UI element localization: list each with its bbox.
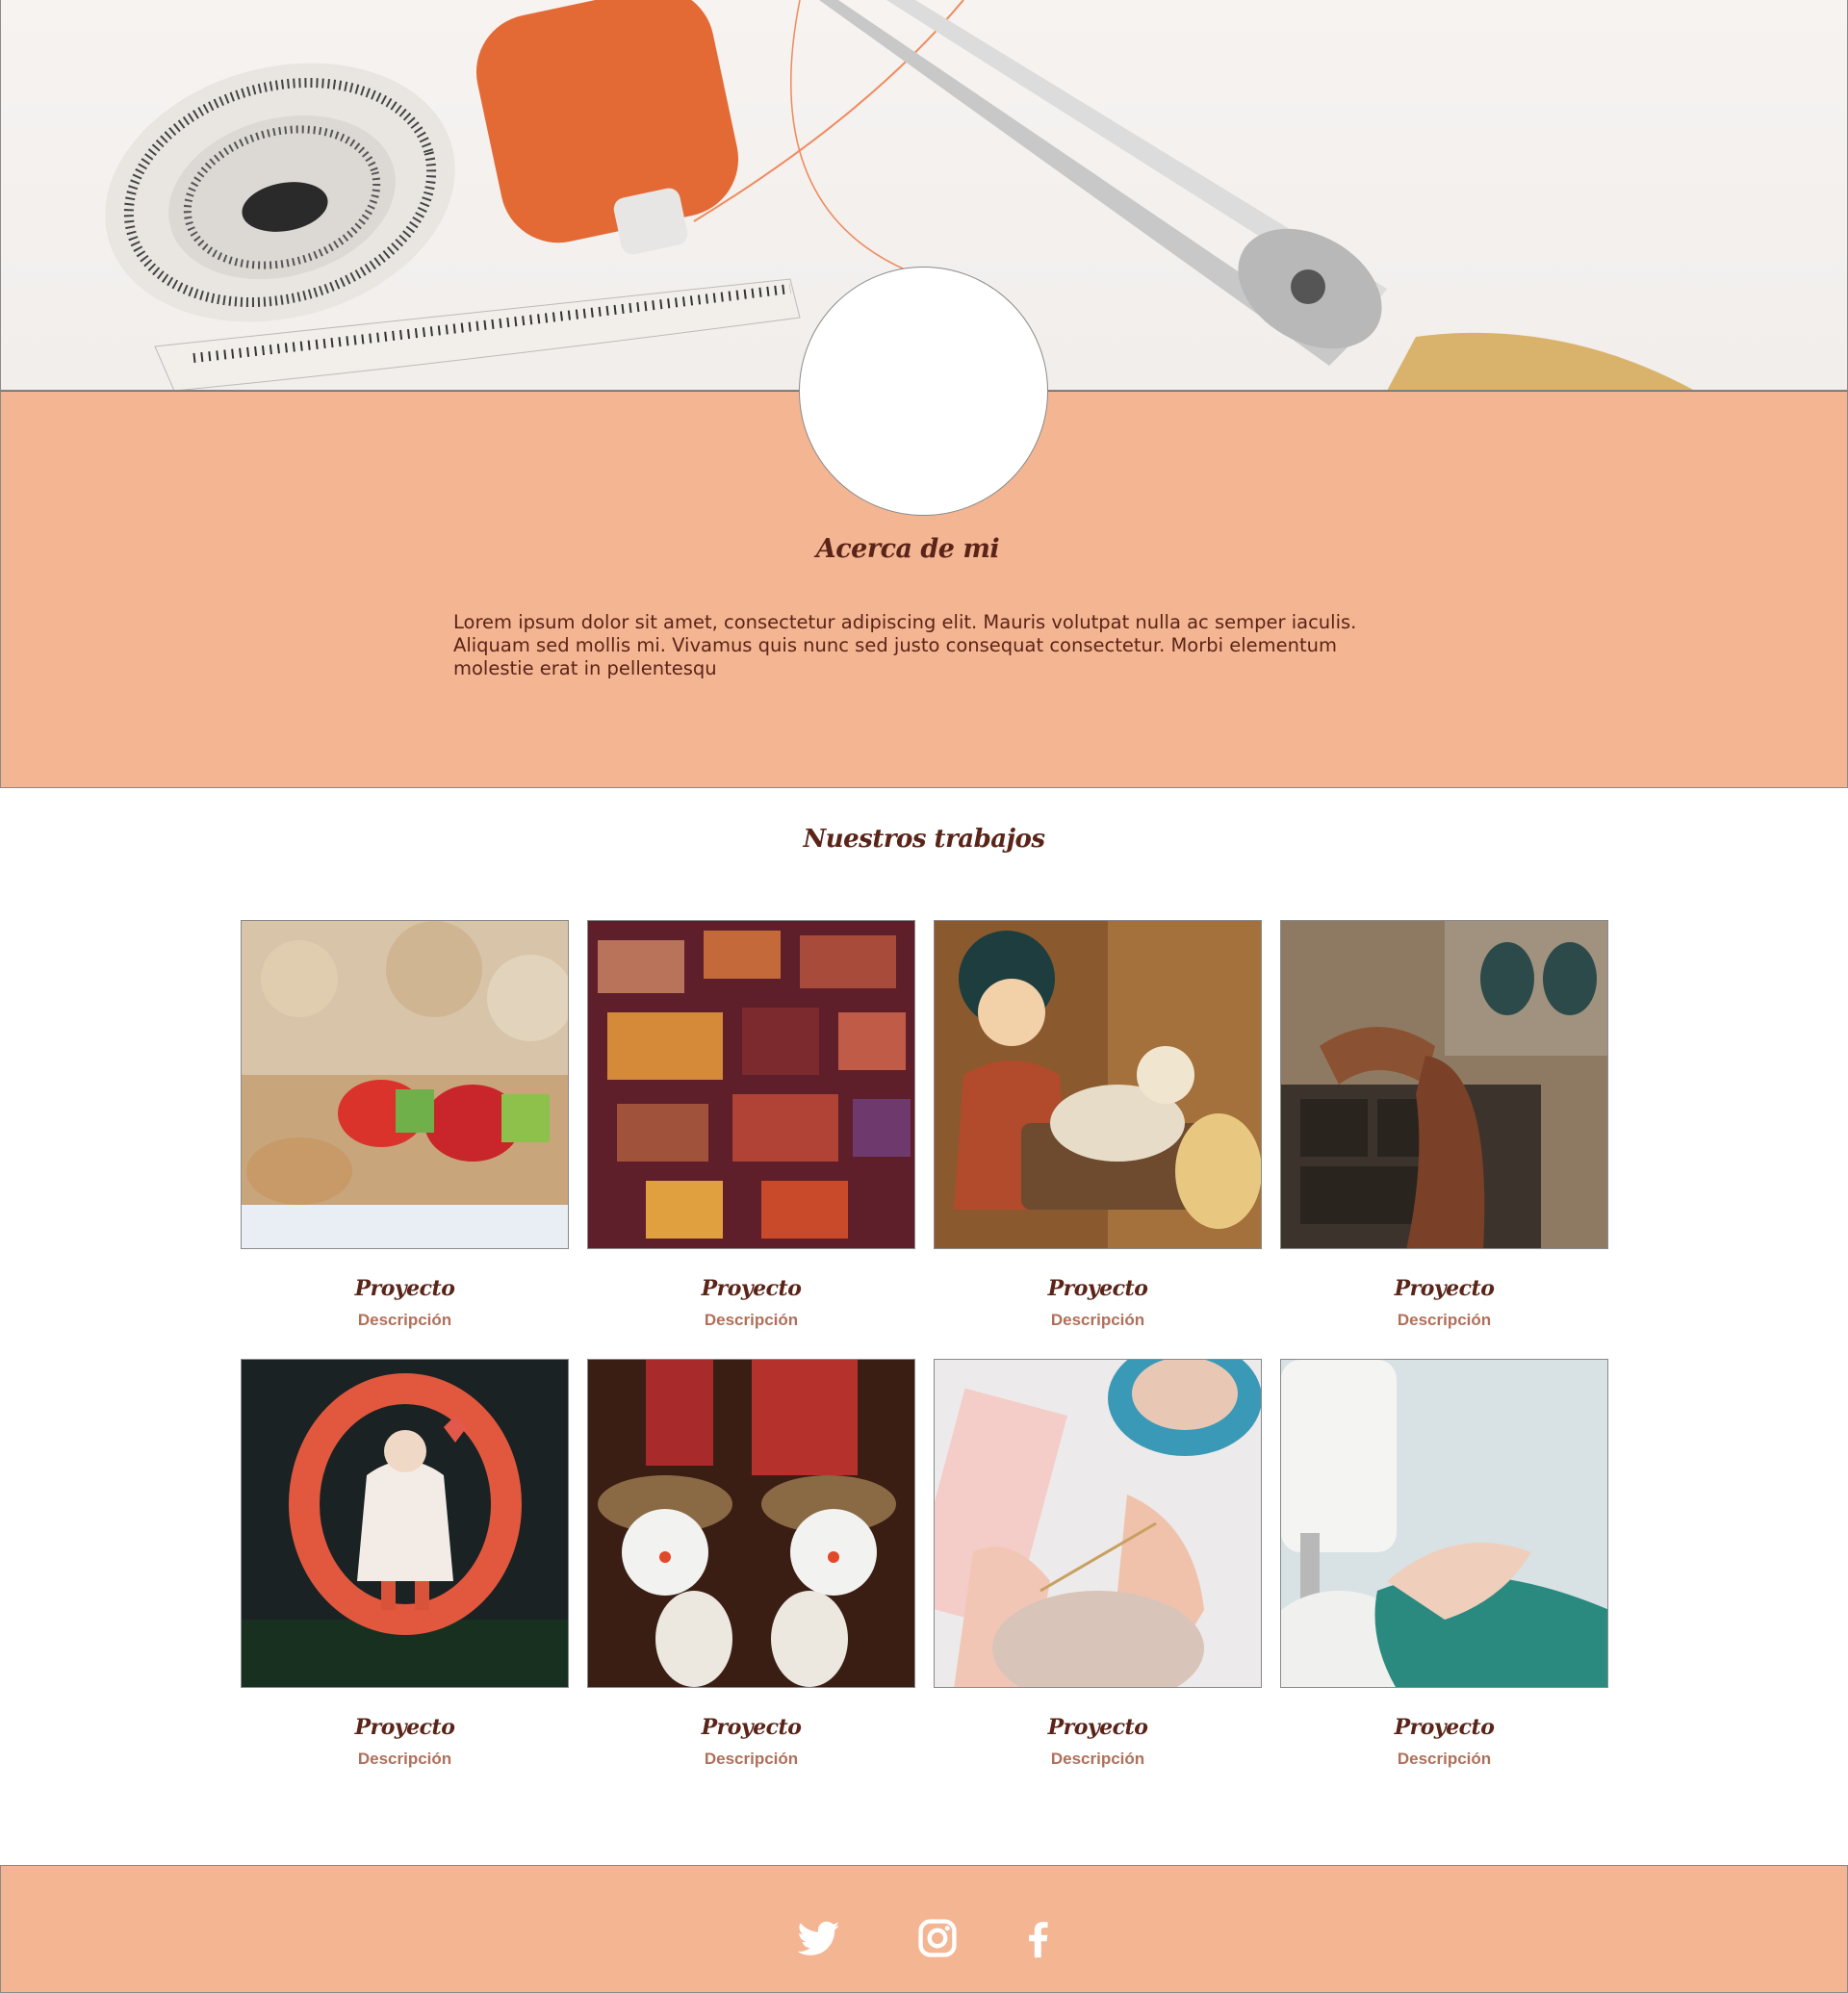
project-title: Proyecto [1394,1276,1495,1301]
facebook-icon[interactable] [1017,1917,1060,1959]
project-description: Descripción [1050,1750,1145,1768]
footer [0,1865,1848,1993]
profile-avatar [799,267,1048,516]
project-description: Descripción [1397,1311,1492,1329]
project-title: Proyecto [354,1715,455,1740]
about-title: Acerca de mi [815,534,1000,564]
project-card[interactable]: Proyecto Descripción [934,1359,1262,1769]
project-title: Proyecto [1047,1276,1148,1301]
project-image[interactable] [1280,1359,1608,1688]
project-description: Descripción [704,1311,799,1329]
project-title: Proyecto [1047,1715,1148,1740]
project-description: Descripción [1397,1750,1492,1768]
project-description: Descripción [704,1750,799,1768]
about-text: Lorem ipsum dolor sit amet, consectetur … [453,611,1357,679]
project-description: Descripción [357,1750,452,1768]
project-title: Proyecto [701,1715,802,1740]
project-card[interactable]: Proyecto Descripción [587,1359,915,1769]
project-image[interactable] [587,1359,915,1688]
project-card[interactable]: Proyecto Descripción [1280,1359,1608,1769]
twitter-icon[interactable] [798,1917,840,1959]
project-card[interactable]: Proyecto Descripción [241,1359,569,1769]
project-card[interactable]: Proyecto Descripción [934,920,1262,1330]
project-card[interactable]: Proyecto Descripción [241,920,569,1330]
project-title: Proyecto [1394,1715,1495,1740]
project-card[interactable]: Proyecto Descripción [1280,920,1608,1330]
works-title: Nuestros trabajos [803,825,1045,854]
project-title: Proyecto [354,1276,455,1301]
project-image[interactable] [934,1359,1262,1688]
project-image[interactable] [241,1359,569,1688]
project-title: Proyecto [701,1276,802,1301]
project-card[interactable]: Proyecto Descripción [587,920,915,1330]
project-description: Descripción [1050,1311,1145,1329]
project-description: Descripción [357,1311,452,1329]
instagram-icon[interactable] [916,1917,959,1959]
project-image[interactable] [1280,920,1608,1249]
project-image[interactable] [587,920,915,1249]
project-image[interactable] [241,920,569,1249]
project-image[interactable] [934,920,1262,1249]
